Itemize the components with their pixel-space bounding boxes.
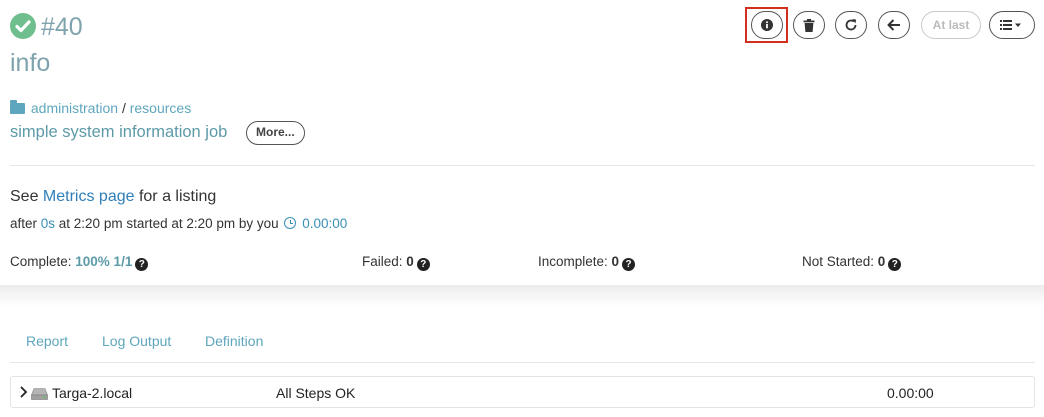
- timing-line: after 0s at 2:20 pm started at 2:20 pm b…: [10, 215, 347, 233]
- more-button[interactable]: More...: [246, 121, 305, 145]
- refresh-button[interactable]: [835, 11, 867, 39]
- tabs-divider: [10, 362, 1035, 363]
- failed-value: 0: [406, 254, 414, 269]
- clock-icon: [284, 217, 297, 229]
- elapsed-duration: 0.00:00: [302, 216, 348, 231]
- success-check-icon: [10, 13, 36, 39]
- delete-button[interactable]: [793, 11, 825, 39]
- node-status: All Steps OK: [276, 385, 356, 401]
- breadcrumb: administration / resources: [10, 100, 191, 116]
- arrow-left-icon: [887, 19, 900, 31]
- incomplete-value: 0: [611, 254, 620, 269]
- tab-report[interactable]: Report: [26, 333, 68, 349]
- incomplete-stat: Incomplete: 0?: [538, 253, 636, 271]
- help-question-icon[interactable]: ?: [135, 258, 149, 271]
- help-question-icon[interactable]: ?: [622, 258, 636, 271]
- help-question-icon[interactable]: ?: [888, 258, 902, 271]
- start-time-text: at 2:20 pm started at 2:20 pm by you: [55, 216, 279, 231]
- not-started-label: Not Started:: [802, 254, 878, 269]
- metrics-page-link[interactable]: Metrics page: [43, 188, 135, 205]
- info-button[interactable]: [751, 11, 783, 39]
- list-menu-icon: [1000, 20, 1021, 30]
- chevron-right-icon[interactable]: [18, 385, 29, 399]
- breadcrumb-subgroup-link[interactable]: resources: [130, 100, 191, 116]
- node-name[interactable]: Targa-2.local: [52, 385, 132, 401]
- breadcrumb-separator: /: [121, 100, 126, 116]
- metrics-line-suffix: for a listing: [134, 188, 217, 205]
- node-row[interactable]: [10, 376, 1035, 408]
- refresh-icon: [845, 19, 857, 31]
- job-description: simple system information job: [10, 123, 228, 141]
- server-icon: [31, 388, 48, 400]
- failed-stat: Failed: 0?: [362, 253, 430, 271]
- info-circle-icon: [761, 19, 773, 31]
- trash-icon: [803, 18, 815, 32]
- tab-definition[interactable]: Definition: [205, 333, 263, 349]
- incomplete-label: Incomplete:: [538, 254, 612, 269]
- complete-stat: Complete: 100% 1/1?: [10, 253, 149, 271]
- help-question-icon[interactable]: ?: [416, 258, 430, 271]
- metrics-line: See Metrics page for a listing: [10, 187, 216, 207]
- after-duration-value: 0s: [40, 216, 56, 231]
- at-last-button[interactable]: At last: [921, 11, 981, 39]
- complete-value: 100% 1/1: [75, 254, 133, 269]
- failed-label: Failed:: [362, 254, 407, 269]
- not-started-value: 0: [877, 254, 886, 269]
- node-duration: 0.00:00: [887, 385, 934, 401]
- execution-number: #40: [41, 13, 83, 41]
- metrics-line-prefix: See: [10, 188, 43, 205]
- folder-icon: [10, 100, 25, 114]
- after-label: after: [10, 216, 41, 231]
- tab-log-output[interactable]: Log Output: [102, 333, 171, 349]
- complete-label: Complete:: [10, 254, 76, 269]
- not-started-stat: Not Started: 0?: [802, 253, 902, 271]
- job-name-title: info: [10, 49, 51, 77]
- divider: [10, 165, 1035, 166]
- section-separator-band: [0, 285, 1044, 307]
- list-menu-button[interactable]: [989, 11, 1035, 39]
- back-button[interactable]: [878, 11, 910, 39]
- breadcrumb-group-link[interactable]: administration: [31, 100, 118, 116]
